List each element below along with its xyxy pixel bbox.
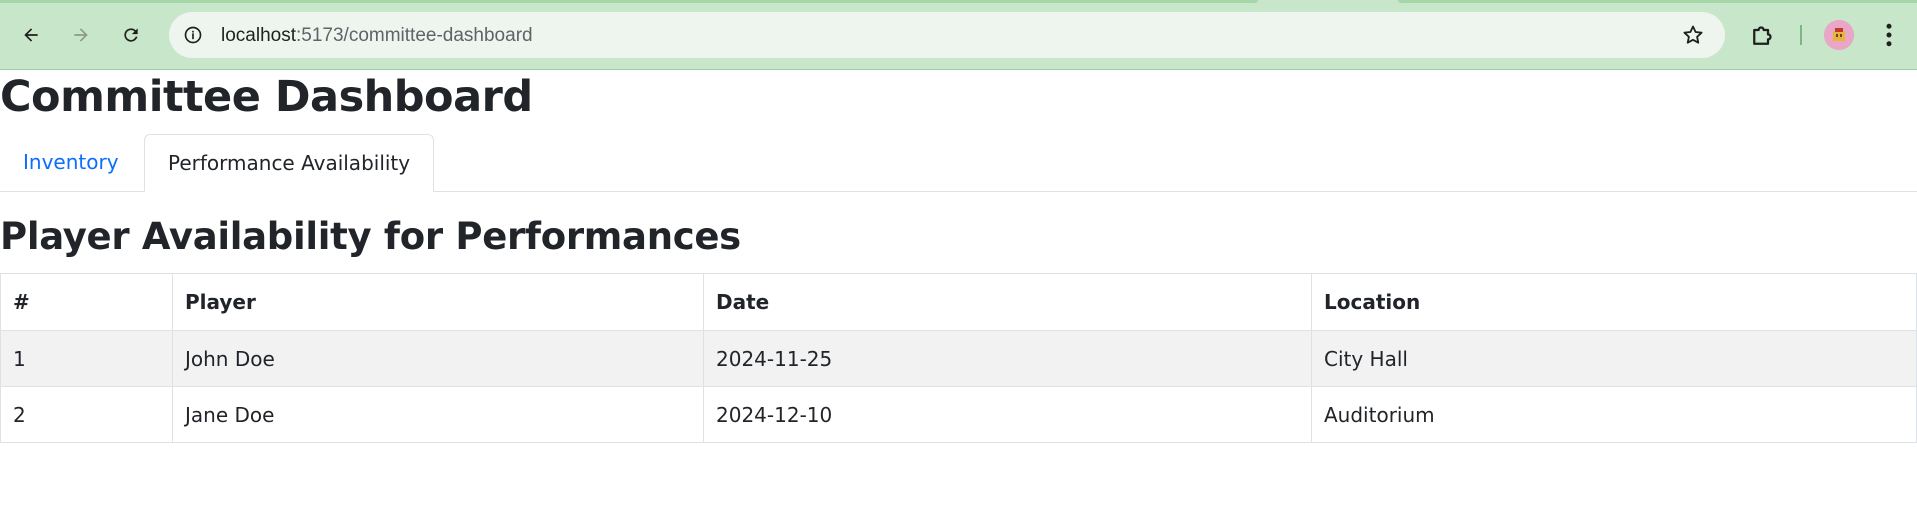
puzzle-icon[interactable]: [1748, 20, 1778, 50]
forward-button[interactable]: [63, 17, 99, 53]
url-text: localhost:5173/committee-dashboard: [221, 25, 533, 47]
column-header-location: Location: [1311, 273, 1917, 331]
cell-location: City Hall: [1311, 330, 1917, 387]
availability-table: # Player Date Location 1 John Doe 2024-1…: [0, 273, 1917, 443]
table-row: 1 John Doe 2024-11-25 City Hall: [0, 330, 1917, 387]
cell-number: 1: [0, 330, 173, 387]
table-header-row: # Player Date Location: [0, 273, 1917, 331]
browser-toolbar: localhost:5173/committee-dashboard: [0, 0, 1917, 70]
arrow-left-icon: [24, 28, 38, 42]
kebab-menu-icon[interactable]: [1874, 20, 1904, 50]
star-icon[interactable]: [1681, 23, 1705, 47]
site-info-button[interactable]: [179, 21, 207, 49]
tab-inventory[interactable]: Inventory: [0, 134, 142, 191]
reload-icon: [124, 28, 138, 42]
column-header-date: Date: [703, 273, 1312, 331]
arrow-right-icon: [74, 28, 88, 42]
cell-player: John Doe: [172, 330, 704, 387]
url-path: :5173/committee-dashboard: [296, 25, 533, 46]
column-header-number: #: [0, 273, 173, 331]
address-bar[interactable]: localhost:5173/committee-dashboard: [169, 12, 1725, 58]
tab-performance-availability[interactable]: Performance Availability: [144, 134, 435, 192]
cell-player: Jane Doe: [172, 386, 704, 443]
tab-strip-edge: [0, 0, 1258, 3]
info-icon: [184, 26, 202, 44]
cell-location: Auditorium: [1311, 386, 1917, 443]
reload-button[interactable]: [113, 17, 149, 53]
cell-date: 2024-12-10: [703, 386, 1312, 443]
tab-strip-edge: [1398, 0, 1917, 3]
cell-number: 2: [0, 386, 173, 443]
avatar[interactable]: [1824, 20, 1854, 50]
page-title: Committee Dashboard: [0, 72, 533, 122]
table-row: 2 Jane Doe 2024-12-10 Auditorium: [0, 386, 1917, 443]
cell-date: 2024-11-25: [703, 330, 1312, 387]
tab-bar: Inventory Performance Availability: [0, 134, 1917, 192]
profile-picture-icon: [1824, 20, 1854, 50]
section-title: Player Availability for Performances: [0, 215, 741, 258]
url-host: localhost: [221, 25, 296, 46]
toolbar-divider: [1800, 25, 1802, 45]
back-button[interactable]: [13, 17, 49, 53]
column-header-player: Player: [172, 273, 704, 331]
